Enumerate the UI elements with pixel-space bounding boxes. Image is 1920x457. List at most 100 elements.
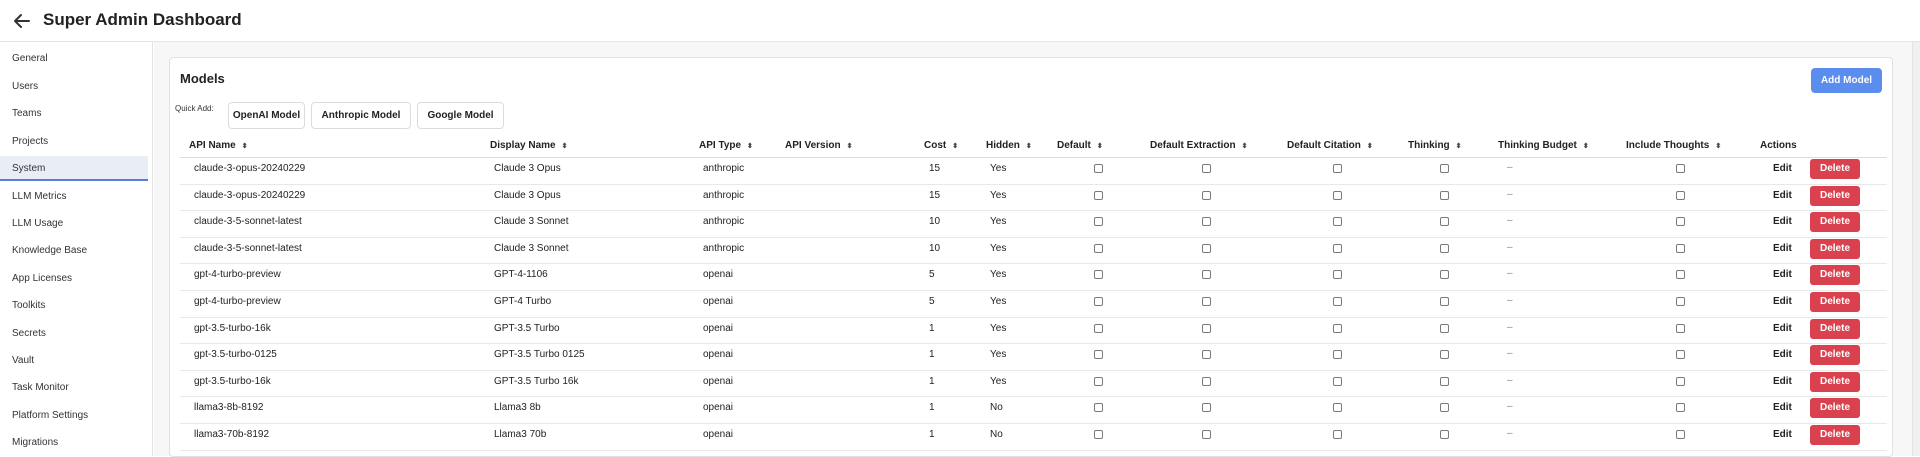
sort-icon[interactable]: ⬍ bbox=[1242, 143, 1248, 150]
default-citation-checkbox[interactable] bbox=[1333, 430, 1342, 439]
edit-button[interactable]: Edit bbox=[1773, 349, 1792, 360]
delete-button[interactable]: Delete bbox=[1810, 212, 1860, 233]
delete-button[interactable]: Delete bbox=[1810, 371, 1860, 392]
edit-button[interactable]: Edit bbox=[1773, 243, 1792, 254]
default-checkbox[interactable] bbox=[1094, 190, 1103, 200]
delete-button[interactable]: Delete bbox=[1810, 185, 1860, 206]
add-model-button[interactable]: Add Model bbox=[1811, 68, 1882, 93]
default-extraction-checkbox[interactable] bbox=[1202, 403, 1211, 413]
sidebar-item-llm-metrics[interactable]: LLM Metrics bbox=[0, 184, 148, 209]
default-citation-checkbox[interactable] bbox=[1333, 350, 1342, 360]
thinking-checkbox[interactable] bbox=[1440, 350, 1449, 360]
default-extraction-checkbox[interactable] bbox=[1202, 243, 1211, 253]
edit-button[interactable]: Edit bbox=[1773, 429, 1792, 440]
sort-icon[interactable]: ⬍ bbox=[1715, 143, 1721, 150]
sidebar-item-secrets[interactable]: Secrets bbox=[0, 321, 148, 346]
column-header-default[interactable]: Default ⬍ bbox=[1057, 140, 1103, 151]
include-thoughts-checkbox[interactable] bbox=[1676, 270, 1685, 280]
thinking-checkbox[interactable] bbox=[1440, 270, 1449, 280]
edit-button[interactable]: Edit bbox=[1773, 376, 1792, 387]
default-checkbox[interactable] bbox=[1094, 297, 1103, 306]
delete-button[interactable]: Delete bbox=[1810, 398, 1860, 419]
sort-icon[interactable]: ⬍ bbox=[747, 143, 753, 150]
delete-button[interactable]: Delete bbox=[1810, 292, 1860, 312]
sort-icon[interactable]: ⬍ bbox=[952, 143, 958, 150]
include-thoughts-checkbox[interactable] bbox=[1676, 403, 1685, 413]
default-checkbox[interactable] bbox=[1094, 376, 1103, 386]
thinking-checkbox[interactable] bbox=[1440, 217, 1449, 227]
sidebar-item-users[interactable]: Users bbox=[0, 74, 148, 99]
default-extraction-checkbox[interactable] bbox=[1202, 350, 1211, 360]
sidebar-item-system[interactable]: System bbox=[0, 156, 148, 181]
column-header-include-thoughts[interactable]: Include Thoughts ⬍ bbox=[1626, 140, 1721, 151]
include-thoughts-checkbox[interactable] bbox=[1676, 217, 1685, 227]
default-checkbox[interactable] bbox=[1094, 217, 1103, 227]
include-thoughts-checkbox[interactable] bbox=[1676, 323, 1685, 333]
thinking-checkbox[interactable] bbox=[1440, 164, 1449, 173]
edit-button[interactable]: Edit bbox=[1773, 216, 1792, 227]
default-citation-checkbox[interactable] bbox=[1333, 164, 1342, 173]
sidebar-item-task-monitor[interactable]: Task Monitor bbox=[0, 375, 148, 400]
include-thoughts-checkbox[interactable] bbox=[1676, 430, 1685, 439]
include-thoughts-checkbox[interactable] bbox=[1676, 243, 1685, 253]
edit-button[interactable]: Edit bbox=[1773, 190, 1792, 201]
sort-icon[interactable]: ⬍ bbox=[562, 143, 568, 150]
default-checkbox[interactable] bbox=[1094, 403, 1103, 413]
delete-button[interactable]: Delete bbox=[1810, 238, 1860, 259]
arrow-left-icon[interactable] bbox=[10, 11, 34, 31]
delete-button[interactable]: Delete bbox=[1810, 345, 1860, 366]
default-citation-checkbox[interactable] bbox=[1333, 376, 1342, 386]
delete-button[interactable]: Delete bbox=[1810, 318, 1860, 339]
column-header-api-name[interactable]: API Name ⬍ bbox=[189, 140, 248, 151]
default-checkbox[interactable] bbox=[1094, 323, 1103, 333]
column-header-default-citation[interactable]: Default Citation ⬍ bbox=[1287, 140, 1373, 151]
edit-button[interactable]: Edit bbox=[1773, 269, 1792, 280]
sidebar-item-llm-usage[interactable]: LLM Usage bbox=[0, 211, 148, 236]
column-header-display-name[interactable]: Display Name ⬍ bbox=[490, 140, 567, 151]
sidebar-item-teams[interactable]: Teams bbox=[0, 101, 148, 126]
thinking-checkbox[interactable] bbox=[1440, 323, 1449, 333]
column-header-cost[interactable]: Cost ⬍ bbox=[924, 140, 958, 151]
column-header-thinking-budget[interactable]: Thinking Budget ⬍ bbox=[1498, 140, 1589, 151]
sidebar-item-app-licenses[interactable]: App Licenses bbox=[0, 266, 148, 291]
quick-add-google-button[interactable]: Google Model bbox=[417, 102, 504, 129]
quick-add-openai-button[interactable]: OpenAI Model bbox=[228, 102, 305, 129]
thinking-checkbox[interactable] bbox=[1440, 376, 1449, 386]
delete-button[interactable]: Delete bbox=[1810, 265, 1860, 286]
sidebar-item-migrations[interactable]: Migrations bbox=[0, 430, 148, 455]
sidebar-item-platform-settings[interactable]: Platform Settings bbox=[0, 403, 148, 428]
default-checkbox[interactable] bbox=[1094, 243, 1103, 253]
default-citation-checkbox[interactable] bbox=[1333, 403, 1342, 413]
default-checkbox[interactable] bbox=[1094, 164, 1103, 173]
default-checkbox[interactable] bbox=[1094, 270, 1103, 280]
default-extraction-checkbox[interactable] bbox=[1202, 323, 1211, 333]
delete-button[interactable]: Delete bbox=[1810, 425, 1860, 445]
default-citation-checkbox[interactable] bbox=[1333, 323, 1342, 333]
column-header-thinking[interactable]: Thinking ⬍ bbox=[1408, 140, 1462, 151]
sort-icon[interactable]: ⬍ bbox=[242, 143, 248, 150]
edit-button[interactable]: Edit bbox=[1773, 323, 1792, 334]
column-header-api-type[interactable]: API Type ⬍ bbox=[699, 140, 753, 151]
default-checkbox[interactable] bbox=[1094, 350, 1103, 360]
default-extraction-checkbox[interactable] bbox=[1202, 376, 1211, 386]
thinking-checkbox[interactable] bbox=[1440, 243, 1449, 253]
sidebar-item-knowledge-base[interactable]: Knowledge Base bbox=[0, 238, 148, 263]
default-extraction-checkbox[interactable] bbox=[1202, 190, 1211, 200]
default-citation-checkbox[interactable] bbox=[1333, 190, 1342, 200]
thinking-checkbox[interactable] bbox=[1440, 430, 1449, 439]
sort-icon[interactable]: ⬍ bbox=[1367, 143, 1373, 150]
default-extraction-checkbox[interactable] bbox=[1202, 164, 1211, 173]
edit-button[interactable]: Edit bbox=[1773, 402, 1792, 413]
thinking-checkbox[interactable] bbox=[1440, 190, 1449, 200]
default-checkbox[interactable] bbox=[1094, 430, 1103, 439]
edit-button[interactable]: Edit bbox=[1773, 163, 1792, 174]
default-extraction-checkbox[interactable] bbox=[1202, 270, 1211, 280]
sort-icon[interactable]: ⬍ bbox=[1026, 143, 1032, 150]
default-citation-checkbox[interactable] bbox=[1333, 297, 1342, 306]
sort-icon[interactable]: ⬍ bbox=[847, 143, 853, 150]
thinking-checkbox[interactable] bbox=[1440, 297, 1449, 306]
sidebar-item-general[interactable]: General bbox=[0, 46, 148, 71]
sort-icon[interactable]: ⬍ bbox=[1097, 143, 1103, 150]
sort-icon[interactable]: ⬍ bbox=[1456, 143, 1462, 150]
include-thoughts-checkbox[interactable] bbox=[1676, 164, 1685, 173]
